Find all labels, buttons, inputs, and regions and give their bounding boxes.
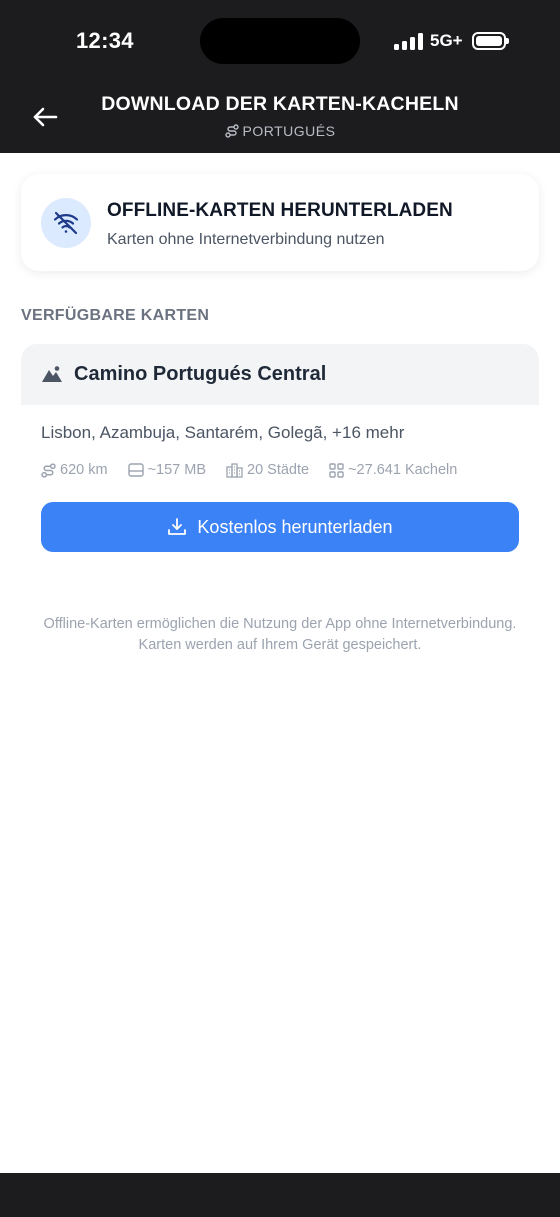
map-meta: 620 km ~157 MB 20 Städte ~27.641 Kacheln [41,462,477,478]
tiles-value: ~27.641 Kacheln [348,462,458,478]
status-bar: 12:34 5G+ [0,0,560,82]
map-name: Camino Portugués Central [74,363,327,385]
size-stat: ~157 MB [127,462,207,478]
route-name: PORTUGUÉS [242,123,336,139]
offline-info-card: OFFLINE-KARTEN HERUNTERLADEN Karten ohne… [21,174,539,271]
mountain-icon [42,366,62,382]
section-label: VERFÜGBARE KARTEN [21,307,210,324]
footnote: Offline-Karten ermöglichen die Nutzung d… [43,616,517,653]
signal-icon [394,32,424,50]
map-card-header: Camino Portugués Central [21,344,539,405]
header-bar: 12:34 5G+ DOWNLOAD DER KARTEN-KACHELN PO… [0,0,560,153]
offline-subtitle: Karten ohne Internetverbindung nutzen [107,231,385,248]
tiles-stat: ~27.641 Kacheln [329,462,457,478]
route-icon [224,124,239,138]
network-label: 5G+ [430,31,463,50]
distance-stat: 620 km [41,462,108,478]
offline-title: OFFLINE-KARTEN HERUNTERLADEN [107,200,453,221]
building-icon [226,462,243,478]
hard-drive-icon [127,463,144,477]
page-title: DOWNLOAD DER KARTEN-KACHELN [101,93,459,115]
download-label: Kostenlos herunterladen [197,516,393,537]
towns-value: 20 Städte [247,462,310,478]
battery-icon [472,32,509,50]
towns-stat: 20 Städte [226,462,309,478]
download-icon [168,518,187,535]
wifi-off-icon [41,198,91,248]
page-subtitle: PORTUGUÉS [0,123,560,139]
route-icon [41,462,56,478]
dynamic-island [200,18,360,64]
download-button[interactable]: Kostenlos herunterladen [41,502,519,552]
distance-value: 620 km [60,462,108,478]
status-time: 12:34 [76,28,134,53]
grid-icon [329,462,344,478]
map-card: Camino Portugués Central Lisbon, Azambuj… [21,344,539,564]
map-cities: Lisbon, Azambuja, Santarém, Golegã, +16 … [41,423,405,442]
size-value: ~157 MB [147,462,207,478]
bottom-bar [0,1173,560,1217]
